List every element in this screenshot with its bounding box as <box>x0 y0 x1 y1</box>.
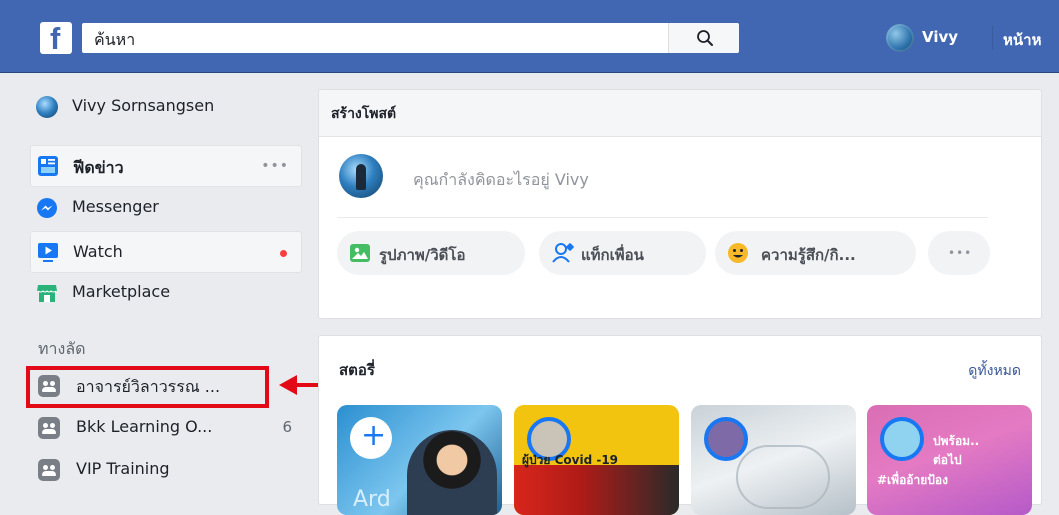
shortcuts-heading: ทางลัด <box>38 339 86 358</box>
tag-friends-label: แท็กเพื่อน <box>581 246 644 264</box>
shortcut-label: VIP Training <box>76 459 170 478</box>
avatar <box>36 96 58 118</box>
add-story-button[interactable]: + <box>350 417 392 459</box>
sidebar-item-news-feed[interactable]: ฟีดข่าว ••• <box>30 145 302 187</box>
story-card[interactable]: ปพร้อม.. ต่อไป #เพื่ออ้ายป้อง <box>867 405 1032 515</box>
notification-dot <box>280 250 287 257</box>
story-caption: #เพื่ออ้ายป้อง <box>877 473 948 487</box>
story-avatar <box>704 417 748 461</box>
feeling-activity-label: ความรู้สึก/กิ... <box>761 246 856 264</box>
sidebar-item-label: ฟีดข่าว <box>73 158 124 177</box>
tag-friends-icon <box>552 243 574 263</box>
person-photo <box>407 430 497 515</box>
story-image <box>514 465 679 515</box>
story-avatar <box>880 417 924 461</box>
avatar <box>339 154 383 198</box>
story-image <box>736 445 830 509</box>
search-placeholder: ค้นหา <box>94 30 136 49</box>
more-actions-icon: ••• <box>948 246 973 260</box>
group-icon <box>38 459 60 481</box>
profile-name-link[interactable]: Vivy <box>922 28 958 46</box>
search-input[interactable]: ค้นหา <box>82 23 738 53</box>
messenger-icon <box>37 198 57 218</box>
photo-icon <box>350 244 370 262</box>
home-link[interactable]: หน้าห <box>1003 28 1041 52</box>
watch-icon <box>38 243 58 262</box>
marketplace-icon <box>37 285 57 302</box>
more-options-icon[interactable]: ••• <box>261 158 289 174</box>
top-navbar: f ค้นหา Vivy หน้าห <box>0 0 1059 73</box>
sidebar-item-label: Marketplace <box>72 282 171 301</box>
sidebar-item-watch[interactable]: Watch <box>30 231 302 273</box>
search-button[interactable] <box>668 23 739 53</box>
story-card[interactable]: ผู้ป่วย Covid -19 <box>514 405 679 515</box>
sidebar-item-messenger[interactable]: Messenger <box>30 189 302 229</box>
photo-video-label: รูปภาพ/วิดีโอ <box>379 246 466 264</box>
tag-friends-button[interactable]: แท็กเพื่อน <box>539 231 706 275</box>
shortcut-item[interactable]: Bkk Learning O... 6 <box>30 408 302 448</box>
stories-card: สตอรี่ ดูทั้งหมด + Ard ผู้ป่วย Covid -19… <box>318 335 1042 515</box>
story-card[interactable] <box>691 405 856 515</box>
see-all-stories-link[interactable]: ดูทั้งหมด <box>968 360 1021 382</box>
create-story-card[interactable]: + Ard <box>337 405 502 515</box>
sidebar-profile[interactable]: Vivy Sornsangsen <box>30 88 302 128</box>
feeling-activity-button[interactable]: ความรู้สึก/กิ... <box>715 231 916 275</box>
highlight-box <box>26 366 269 408</box>
story-caption: ต่อไป <box>933 453 962 467</box>
unread-count: 6 <box>282 418 292 436</box>
facebook-logo-icon[interactable]: f <box>40 22 72 54</box>
sidebar-profile-name: Vivy Sornsangsen <box>72 96 215 115</box>
shortcut-item[interactable]: VIP Training <box>30 450 302 490</box>
sidebar-item-label: Watch <box>73 242 123 261</box>
sidebar-item-marketplace[interactable]: Marketplace <box>30 274 302 314</box>
search-icon <box>697 30 713 46</box>
create-post-card: สร้างโพสต์ คุณกำลังคิดอะไรอยู่ Vivy รูปภ… <box>318 89 1042 319</box>
create-post-title: สร้างโพสต์ <box>331 106 397 122</box>
shortcut-label: Bkk Learning O... <box>76 417 213 436</box>
photo-video-button[interactable]: รูปภาพ/วิดีโอ <box>337 231 525 275</box>
stories-title: สตอรี่ <box>339 361 375 379</box>
divider <box>337 217 988 218</box>
profile-avatar[interactable] <box>886 24 914 52</box>
post-input[interactable]: คุณกำลังคิดอะไรอยู่ Vivy <box>413 168 589 193</box>
more-actions-button[interactable]: ••• <box>928 231 990 275</box>
group-icon <box>38 417 60 439</box>
story-caption: ผู้ป่วย Covid -19 <box>522 453 619 467</box>
add-icon: + <box>361 418 387 453</box>
feeling-icon <box>728 243 748 263</box>
create-post-header: สร้างโพสต์ <box>319 90 1041 137</box>
divider <box>992 26 993 50</box>
news-feed-icon <box>38 156 58 176</box>
story-caption: ปพร้อม.. <box>933 434 980 448</box>
story-caption: Ard <box>353 487 391 512</box>
sidebar-item-label: Messenger <box>72 197 159 216</box>
